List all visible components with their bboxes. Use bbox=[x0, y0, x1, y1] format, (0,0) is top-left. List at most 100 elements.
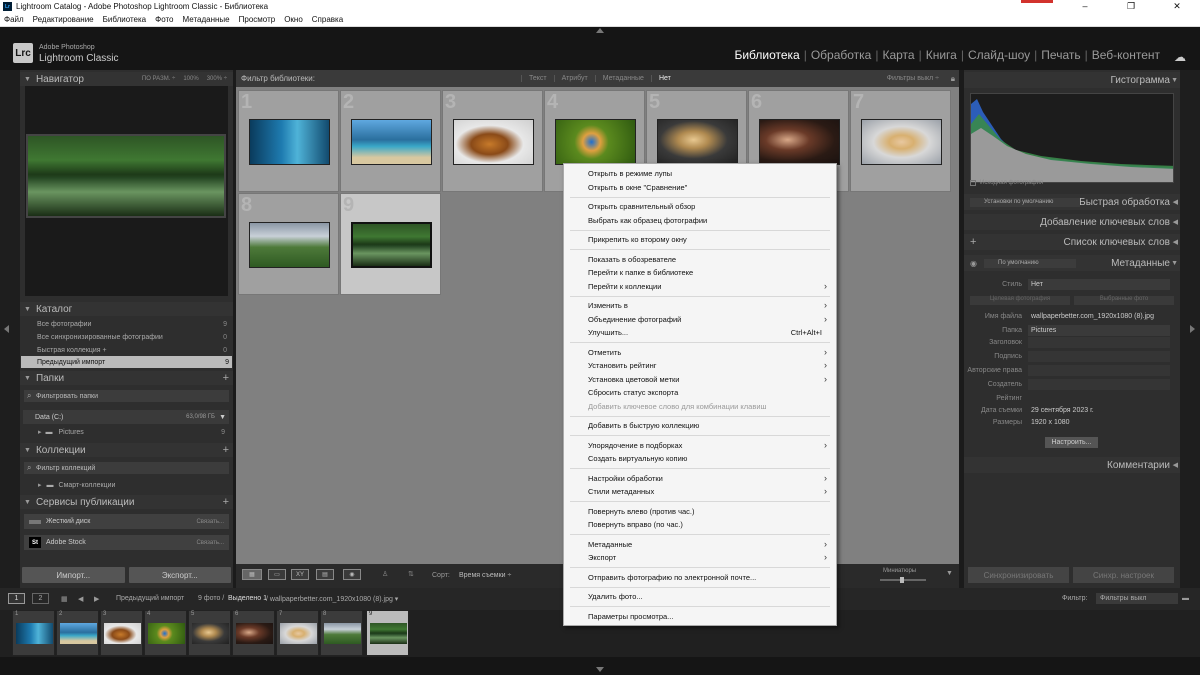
lock-icon[interactable]: 🔒︎ bbox=[951, 74, 955, 84]
context-menu-item[interactable]: Изменить в › bbox=[564, 299, 836, 313]
publish-adobe-stock[interactable]: St Adobe Stock Связать... bbox=[24, 535, 229, 550]
right-panel-edge[interactable] bbox=[1180, 70, 1200, 588]
sync-metadata-button[interactable]: Синхронизировать bbox=[968, 567, 1069, 583]
back-arrow-icon[interactable]: ◀ bbox=[78, 595, 83, 603]
context-menu-item[interactable]: Прикрепить ко второму окну bbox=[564, 233, 836, 247]
histogram-header[interactable]: Гистограмма ▼ bbox=[964, 72, 1180, 88]
bottom-panel-toggle-icon[interactable] bbox=[596, 667, 604, 672]
add-publish-service-icon[interactable]: + bbox=[223, 496, 229, 508]
context-menu-item[interactable]: Перейти к коллекции › bbox=[564, 280, 836, 294]
sync-settings-button[interactable]: Синхр. настроек bbox=[1073, 567, 1174, 583]
close-button[interactable]: ✕ bbox=[1154, 0, 1200, 13]
loupe-view-icon[interactable]: ▭ bbox=[268, 569, 286, 580]
navigator-preview[interactable] bbox=[26, 134, 226, 218]
filmstrip-thumbnail[interactable] bbox=[60, 623, 97, 644]
module-map[interactable]: Карта bbox=[878, 48, 918, 62]
preset-select[interactable]: Установки по умолчанию bbox=[970, 197, 1080, 207]
secondary-window-button[interactable]: 2 bbox=[32, 593, 49, 604]
context-menu-item[interactable]: Отправить фотографию по электронной почт… bbox=[564, 571, 836, 585]
photo-thumbnail[interactable] bbox=[861, 119, 942, 165]
filmstrip-cell[interactable]: 6 bbox=[232, 610, 275, 656]
context-menu-item[interactable]: Сбросить статус экспорта bbox=[564, 386, 836, 400]
filmstrip-thumbnail[interactable] bbox=[236, 623, 273, 644]
collections-header[interactable]: ▼ Коллекции + bbox=[20, 443, 233, 457]
context-menu-item[interactable]: Открыть в режиме лупы bbox=[564, 167, 836, 181]
catalog-item[interactable]: Все фотографии 9 bbox=[35, 318, 230, 330]
menu-library[interactable]: Библиотека bbox=[103, 15, 147, 24]
filmstrip-thumbnail[interactable] bbox=[324, 623, 361, 644]
catalog-item[interactable]: Все синхронизированные фотографии 0 bbox=[35, 331, 230, 343]
collection-filter-input[interactable]: Фильтр коллекций bbox=[24, 462, 229, 474]
catalog-item-selected[interactable]: Предыдущий импорт 9 bbox=[21, 356, 232, 368]
cloud-sync-icon[interactable]: ☁ bbox=[1170, 50, 1186, 64]
menu-edit[interactable]: Редактирование bbox=[33, 15, 94, 24]
context-menu-item[interactable]: Добавить в быструю коллекцию bbox=[564, 419, 836, 433]
photo-thumbnail[interactable] bbox=[351, 119, 432, 165]
painter-icon[interactable]: ♙ bbox=[382, 570, 388, 578]
module-web[interactable]: Веб-контент bbox=[1088, 48, 1164, 62]
top-panel-toggle-icon[interactable] bbox=[596, 28, 604, 33]
toolbar-menu-chevron-icon[interactable]: ▼ bbox=[946, 570, 953, 577]
filter-none-tab[interactable]: Нет bbox=[650, 75, 678, 82]
add-keyword-icon[interactable]: + bbox=[970, 236, 976, 248]
filmstrip-cell[interactable]: 5 bbox=[188, 610, 231, 656]
photo-thumbnail[interactable] bbox=[453, 119, 534, 165]
grid-cell[interactable]: 2 bbox=[340, 90, 441, 192]
filmstrip-thumbnail[interactable] bbox=[148, 623, 185, 644]
catalog-header[interactable]: ▼ Каталог bbox=[20, 302, 233, 316]
grid-icon[interactable]: ▦ bbox=[61, 595, 68, 603]
context-menu-item[interactable]: Создать виртуальную копию bbox=[564, 452, 836, 466]
filmstrip-thumbnail[interactable] bbox=[104, 623, 141, 644]
filmstrip-cell[interactable]: 2 bbox=[56, 610, 99, 656]
context-menu-item[interactable]: Улучшить... Ctrl+Alt+I bbox=[564, 326, 836, 340]
forward-arrow-icon[interactable]: ▶ bbox=[94, 595, 99, 603]
module-develop[interactable]: Обработка bbox=[807, 48, 876, 62]
photo-thumbnail[interactable] bbox=[249, 119, 330, 165]
photo-thumbnail[interactable] bbox=[657, 119, 738, 165]
context-menu-item[interactable]: Экспорт › bbox=[564, 551, 836, 565]
context-menu-item[interactable]: Параметры просмотра... bbox=[564, 610, 836, 624]
context-menu-item[interactable]: Установить рейтинг › bbox=[564, 359, 836, 373]
context-menu-item[interactable]: Отметить › bbox=[564, 346, 836, 360]
module-library[interactable]: Библиотека bbox=[730, 48, 803, 62]
tab-selected-photos[interactable]: Выбранные фото bbox=[1074, 296, 1174, 305]
context-menu-item[interactable]: Установка цветовой метки › bbox=[564, 373, 836, 387]
smart-collections-item[interactable]: ▸ ▬ Смарт-коллекции bbox=[35, 479, 230, 491]
context-menu-item[interactable]: Перейти к папке в библиотеке bbox=[564, 266, 836, 280]
grid-cell[interactable]: 3 bbox=[442, 90, 543, 192]
filter-metadata-tab[interactable]: Метаданные bbox=[594, 75, 651, 82]
catalog-item[interactable]: Быстрая коллекция +0 bbox=[35, 344, 230, 356]
filmstrip-thumbnail[interactable] bbox=[16, 623, 53, 644]
sort-select[interactable]: Время съемки ÷ bbox=[459, 572, 511, 579]
filmstrip-source[interactable]: Предыдущий импорт bbox=[116, 595, 184, 602]
filmstrip-cell[interactable]: 4 bbox=[144, 610, 187, 656]
photo-thumbnail[interactable] bbox=[351, 222, 432, 268]
grid-cell[interactable]: 7 bbox=[850, 90, 951, 192]
filter-presets[interactable]: Фильтры выкл ÷ bbox=[887, 75, 939, 82]
survey-view-icon[interactable]: ▤ bbox=[316, 569, 334, 580]
metadata-style-select[interactable]: Нет bbox=[1028, 278, 1170, 290]
export-button[interactable]: Экспорт... bbox=[128, 567, 231, 583]
context-menu-item[interactable]: Настройки обработки › bbox=[564, 472, 836, 486]
module-slideshow[interactable]: Слайд-шоу bbox=[964, 48, 1034, 62]
filmstrip-cell-selected[interactable]: 9 bbox=[366, 610, 409, 656]
add-collection-icon[interactable]: + bbox=[223, 444, 229, 456]
menu-photo[interactable]: Фото bbox=[155, 15, 173, 24]
import-button[interactable]: Импорт... bbox=[22, 567, 125, 583]
filmstrip-cell[interactable]: 3 bbox=[100, 610, 143, 656]
menu-view[interactable]: Просмотр bbox=[239, 15, 276, 24]
context-menu-item[interactable]: Показать в обозревателе bbox=[564, 253, 836, 267]
bottom-panel-edge[interactable] bbox=[0, 657, 1200, 675]
filmstrip-cell[interactable]: 8 bbox=[320, 610, 363, 656]
checkbox[interactable] bbox=[970, 180, 976, 186]
photo-thumbnail[interactable] bbox=[249, 222, 330, 268]
zoom-100[interactable]: 100% bbox=[183, 76, 198, 82]
sort-direction-icon[interactable]: ⇅ bbox=[408, 570, 414, 578]
context-menu-item[interactable]: Открыть в окне "Сравнение" bbox=[564, 181, 836, 195]
left-panel-edge[interactable] bbox=[0, 70, 20, 588]
filmstrip-cell[interactable]: 1 bbox=[12, 610, 55, 656]
context-menu-item[interactable]: Открыть сравнительный обзор bbox=[564, 200, 836, 214]
filmstrip-cell[interactable]: 7 bbox=[276, 610, 319, 656]
grid-cell-selected[interactable]: 9 bbox=[340, 193, 441, 295]
filter-toggle-icon[interactable]: ▬ bbox=[1182, 595, 1189, 602]
